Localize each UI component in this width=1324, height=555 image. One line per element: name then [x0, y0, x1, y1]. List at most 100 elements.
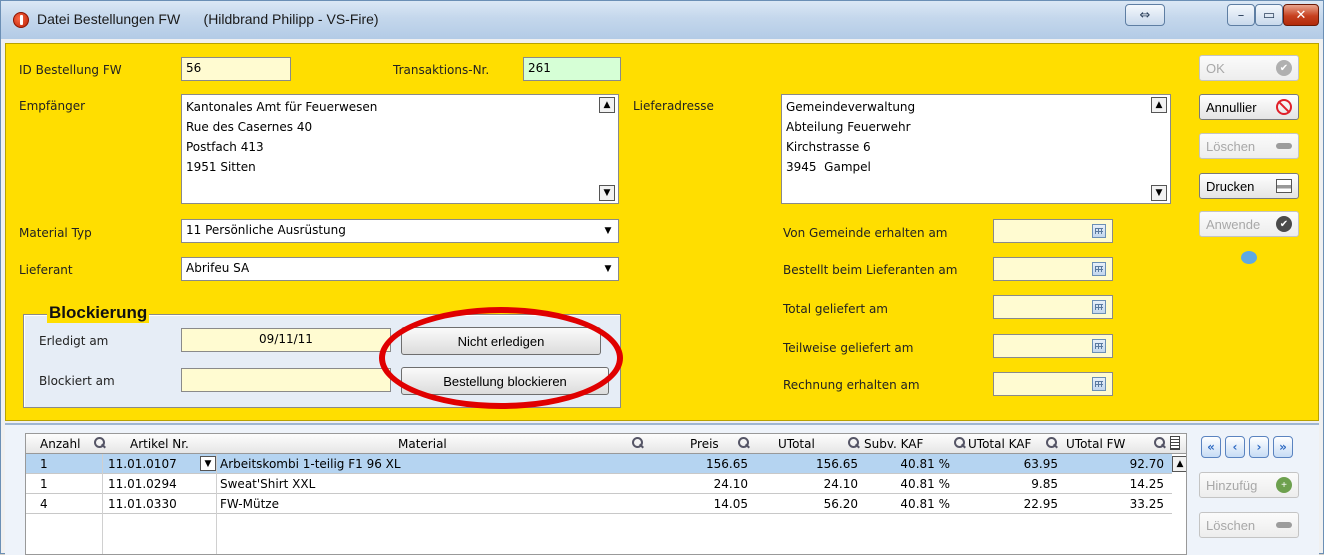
col-material[interactable]: Material: [398, 437, 447, 451]
von-gemeinde-date[interactable]: [993, 219, 1113, 243]
previous-record-icon[interactable]: ‹: [1225, 436, 1245, 458]
first-record-icon[interactable]: «: [1201, 436, 1221, 458]
bestellt-label: Bestellt beim Lieferanten am: [783, 263, 958, 277]
cell-subv: 40.81 %: [900, 477, 950, 491]
items-table: Anzahl Artikel Nr. Material Preis UTotal…: [25, 433, 1187, 555]
empfaenger-label: Empfänger: [19, 99, 86, 113]
lieferant-label: Lieferant: [19, 263, 73, 277]
resize-icon[interactable]: ⇔: [1125, 4, 1165, 26]
cell-utotal: 56.20: [823, 497, 858, 511]
cell-preis: 24.10: [713, 477, 748, 491]
cell-subv: 40.81 %: [900, 497, 950, 511]
ok-button[interactable]: OK ✔: [1199, 55, 1299, 81]
scroll-up-icon[interactable]: ▲: [1151, 97, 1167, 113]
table-row[interactable]: 1 11.01.0294 Sweat'Shirt XXL 24.10 24.10…: [26, 474, 1172, 494]
search-icon[interactable]: [954, 437, 966, 449]
chevron-down-icon[interactable]: ▼: [200, 456, 216, 471]
scroll-up-icon[interactable]: ▲: [1172, 456, 1186, 472]
nicht-erledigen-button[interactable]: Nicht erledigen: [401, 327, 601, 355]
check-icon: ✔: [1276, 60, 1292, 76]
add-icon: +: [1276, 477, 1292, 493]
search-icon[interactable]: [1046, 437, 1058, 449]
window-user: (Hildbrand Philipp - VS-Fire): [203, 11, 379, 27]
table-row[interactable]: 1 11.01.0107 ▼ Arbeitskombi 1-teilig F1 …: [26, 454, 1172, 474]
calendar-icon[interactable]: [1092, 300, 1106, 314]
hinzufuegen-button[interactable]: Hinzufüg +: [1199, 472, 1299, 498]
erledigt-field[interactable]: 09/11/11: [181, 328, 391, 352]
cell-utotal-kaf: 9.85: [1031, 477, 1058, 491]
printer-icon: [1276, 179, 1292, 193]
cell-subv: 40.81 %: [900, 457, 950, 471]
scroll-up-icon[interactable]: ▲: [599, 97, 615, 113]
id-field[interactable]: 56: [181, 57, 291, 81]
cell-utotal-kaf: 22.95: [1023, 497, 1058, 511]
lieferadresse-field[interactable]: Gemeindeverwaltung Abteilung Feuerwehr K…: [781, 94, 1171, 204]
table-row[interactable]: 4 11.01.0330 FW-Mütze 14.05 56.20 40.81 …: [26, 494, 1172, 514]
blockiert-field[interactable]: [181, 368, 391, 392]
minimize-button[interactable]: –: [1227, 4, 1255, 26]
search-icon[interactable]: [1154, 437, 1166, 449]
cell-anzahl: 1: [40, 477, 48, 491]
search-icon[interactable]: [632, 437, 644, 449]
cell-utotal-kaf: 63.95: [1023, 457, 1058, 471]
search-icon[interactable]: [94, 437, 106, 449]
chevron-down-icon[interactable]: ▼: [601, 224, 615, 238]
total-geliefert-date[interactable]: [993, 295, 1113, 319]
anwende-button[interactable]: Anwende ✔: [1199, 211, 1299, 237]
search-icon[interactable]: [848, 437, 860, 449]
window-title: Datei Bestellungen FW (Hildbrand Philipp…: [37, 11, 379, 27]
cell-anzahl: 4: [40, 497, 48, 511]
bestellt-date[interactable]: [993, 257, 1113, 281]
rechnung-label: Rechnung erhalten am: [783, 378, 920, 392]
close-button[interactable]: ✕: [1283, 4, 1319, 26]
cell-preis: 156.65: [706, 457, 748, 471]
material-typ-select[interactable]: 11 Persönliche Ausrüstung ▼: [181, 219, 619, 243]
last-record-icon[interactable]: »: [1273, 436, 1293, 458]
column-chooser-icon[interactable]: [1170, 436, 1180, 450]
calendar-icon[interactable]: [1092, 262, 1106, 276]
annullier-button[interactable]: Annullier: [1199, 94, 1299, 120]
cell-material: Sweat'Shirt XXL: [220, 477, 316, 491]
col-utotal-kaf[interactable]: UTotal KAF: [968, 437, 1031, 451]
lieferant-select[interactable]: Abrifeu SA ▼: [181, 257, 619, 281]
calendar-icon[interactable]: [1092, 224, 1106, 238]
col-utotal[interactable]: UTotal: [778, 437, 815, 451]
teilweise-date[interactable]: [993, 334, 1113, 358]
transaktion-label: Transaktions-Nr.: [393, 63, 490, 77]
maximize-button[interactable]: ▭: [1255, 4, 1283, 26]
col-preis[interactable]: Preis: [690, 437, 719, 451]
id-label: ID Bestellung FW: [19, 63, 122, 77]
app-window: Datei Bestellungen FW (Hildbrand Philipp…: [0, 0, 1324, 555]
calendar-icon[interactable]: [1092, 377, 1106, 391]
drucken-button[interactable]: Drucken: [1199, 173, 1299, 199]
cell-material: Arbeitskombi 1-teilig F1 96 XL: [220, 457, 401, 471]
column-divider: [216, 454, 217, 554]
scroll-down-icon[interactable]: ▼: [1151, 185, 1167, 201]
chevron-down-icon[interactable]: ▼: [601, 262, 615, 276]
app-icon: [13, 12, 29, 28]
bestellung-blockieren-button[interactable]: Bestellung blockieren: [401, 367, 609, 395]
cell-anzahl: 1: [40, 457, 48, 471]
next-record-icon[interactable]: ›: [1249, 436, 1269, 458]
cell-utotal-fw: 14.25: [1129, 477, 1164, 491]
minus-icon: [1276, 522, 1292, 528]
material-typ-label: Material Typ: [19, 226, 92, 240]
info-icon[interactable]: [1241, 251, 1257, 264]
cell-utotal: 156.65: [816, 457, 858, 471]
calendar-icon[interactable]: [1092, 339, 1106, 353]
loeschen-row-button[interactable]: Löschen: [1199, 512, 1299, 538]
transaktion-field[interactable]: 261: [523, 57, 621, 81]
rechnung-date[interactable]: [993, 372, 1113, 396]
total-geliefert-label: Total geliefert am: [783, 302, 888, 316]
erledigt-label: Erledigt am: [39, 334, 109, 348]
loeschen-button[interactable]: Löschen: [1199, 133, 1299, 159]
scroll-down-icon[interactable]: ▼: [599, 185, 615, 201]
search-icon[interactable]: [738, 437, 750, 449]
col-artikel[interactable]: Artikel Nr.: [130, 437, 189, 451]
empfaenger-field[interactable]: Kantonales Amt für Feuerwesen Rue des Ca…: [181, 94, 619, 204]
cell-artikel: 11.01.0294: [108, 477, 177, 491]
cell-utotal-fw: 92.70: [1129, 457, 1164, 471]
col-utotal-fw[interactable]: UTotal FW: [1066, 437, 1125, 451]
col-anzahl[interactable]: Anzahl: [40, 437, 80, 451]
col-subv[interactable]: Subv. KAF: [864, 437, 923, 451]
